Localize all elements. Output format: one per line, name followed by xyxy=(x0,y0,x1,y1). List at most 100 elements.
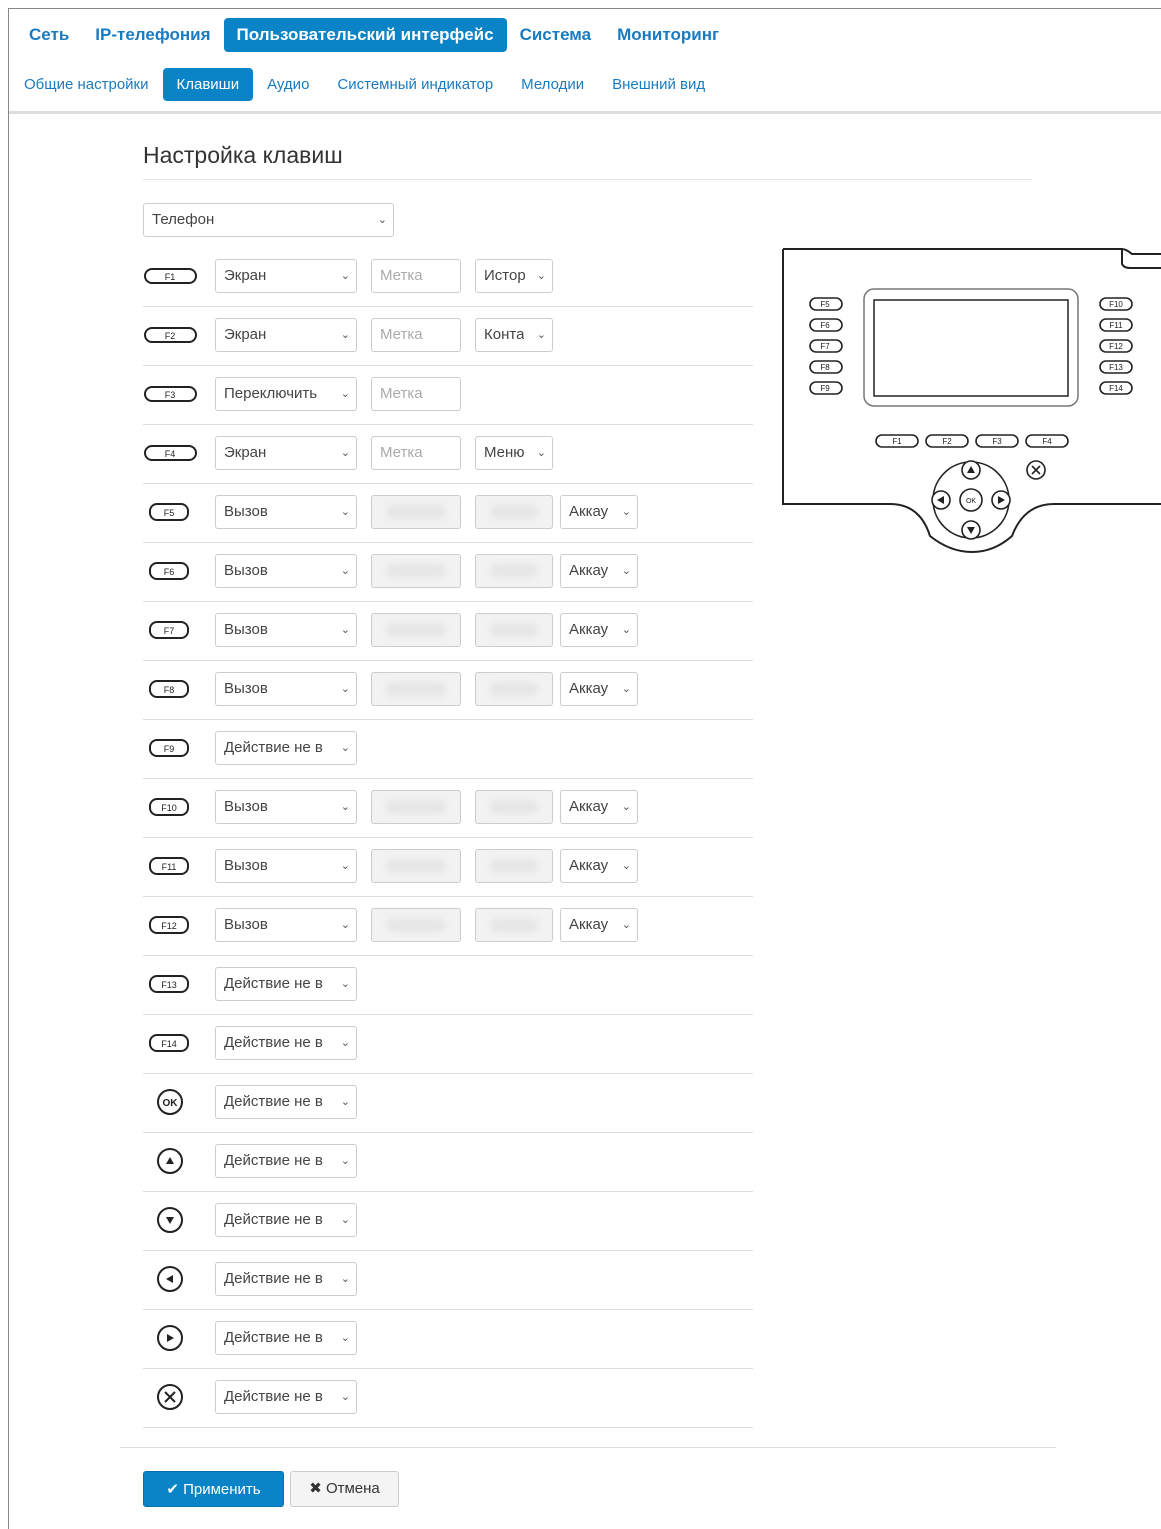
svg-text:F10: F10 xyxy=(161,803,177,813)
label-input[interactable] xyxy=(475,495,553,529)
tab-keys[interactable]: Клавиши xyxy=(162,68,254,101)
nav-network[interactable]: Сеть xyxy=(16,18,82,52)
action-select[interactable]: Действие не в ⌄ xyxy=(215,1203,357,1237)
number-input[interactable] xyxy=(371,554,461,588)
key-row: Действие не в ⌄ xyxy=(143,1250,753,1310)
nav-monitoring[interactable]: Мониторинг xyxy=(604,18,732,52)
chevron-down-icon: ⌄ xyxy=(340,1155,350,1167)
key-row: F7 Вызов ⌄ Аккау ⌄ xyxy=(143,601,753,661)
account-select[interactable]: Аккау ⌄ xyxy=(560,495,638,529)
action-select[interactable]: Вызов ⌄ xyxy=(215,849,357,883)
label-input[interactable] xyxy=(475,554,553,588)
label-input[interactable] xyxy=(475,908,553,942)
number-input[interactable] xyxy=(371,495,461,529)
chevron-down-icon: ⌄ xyxy=(340,329,350,341)
diagram-key-label: F5 xyxy=(820,300,830,309)
action-select[interactable]: Действие не в ⌄ xyxy=(215,1026,357,1060)
action-select[interactable]: Вызов ⌄ xyxy=(215,554,357,588)
label-input[interactable] xyxy=(475,672,553,706)
action-select[interactable]: Вызов ⌄ xyxy=(215,613,357,647)
action-select[interactable]: Переключить ⌄ xyxy=(215,377,357,411)
diagram-key-label: F13 xyxy=(1109,363,1123,372)
action-select[interactable]: Вызов ⌄ xyxy=(215,672,357,706)
tab-appearance[interactable]: Внешний вид xyxy=(598,68,719,101)
action-select[interactable]: Вызов ⌄ xyxy=(215,495,357,529)
number-input[interactable] xyxy=(371,790,461,824)
account-select[interactable]: Аккау ⌄ xyxy=(560,908,638,942)
chevron-down-icon: ⌄ xyxy=(340,1273,350,1285)
account-select-value: Аккау xyxy=(569,857,609,874)
number-input[interactable] xyxy=(371,613,461,647)
action-select[interactable]: Экран ⌄ xyxy=(215,259,357,293)
action-select-value: Вызов xyxy=(224,916,268,933)
chevron-down-icon: ⌄ xyxy=(536,447,546,459)
chevron-down-icon: ⌄ xyxy=(340,1391,350,1403)
account-select[interactable]: Аккау ⌄ xyxy=(560,672,638,706)
diagram-key-label: F6 xyxy=(820,321,830,330)
chevron-down-icon: ⌄ xyxy=(621,506,631,518)
number-input[interactable] xyxy=(371,849,461,883)
redacted-value xyxy=(490,800,538,814)
tab-melodies[interactable]: Мелодии xyxy=(507,68,598,101)
action-select[interactable]: Действие не в ⌄ xyxy=(215,1144,357,1178)
label-input[interactable] xyxy=(475,613,553,647)
key-f13-icon: F13 xyxy=(149,975,189,993)
action-select[interactable]: Вызов ⌄ xyxy=(215,790,357,824)
action-select-value: Действие не в xyxy=(224,1093,323,1110)
label-input[interactable] xyxy=(475,790,553,824)
label-input[interactable]: Метка xyxy=(371,436,461,470)
screen-select[interactable]: Конта ⌄ xyxy=(475,318,553,352)
device-select[interactable]: Телефон ⌄ xyxy=(143,203,394,237)
apply-button[interactable]: ✔ Применить xyxy=(143,1471,284,1507)
key-row: Действие не в ⌄ xyxy=(143,1191,753,1251)
chevron-down-icon: ⌄ xyxy=(621,919,631,931)
action-select[interactable]: Вызов ⌄ xyxy=(215,908,357,942)
action-select[interactable]: Экран ⌄ xyxy=(215,436,357,470)
key-f5-icon: F5 xyxy=(149,503,189,521)
action-select[interactable]: Действие не в ⌄ xyxy=(215,967,357,1001)
label-input-placeholder: Метка xyxy=(380,267,423,284)
account-select[interactable]: Аккау ⌄ xyxy=(560,554,638,588)
nav-user-interface[interactable]: Пользовательский интерфейс xyxy=(223,18,507,52)
account-select[interactable]: Аккау ⌄ xyxy=(560,613,638,647)
account-select[interactable]: Аккау ⌄ xyxy=(560,849,638,883)
label-input[interactable]: Метка xyxy=(371,259,461,293)
nav-divider xyxy=(9,111,1161,114)
key-row: F4 Экран ⌄ Метка Меню ⌄ xyxy=(143,424,753,484)
title-divider xyxy=(143,179,1032,180)
label-input[interactable] xyxy=(475,849,553,883)
screen-select[interactable]: Истор ⌄ xyxy=(475,259,553,293)
action-select[interactable]: Экран ⌄ xyxy=(215,318,357,352)
key-row: F13 Действие не в ⌄ xyxy=(143,955,753,1015)
tab-audio[interactable]: Аудио xyxy=(253,68,323,101)
action-select[interactable]: Действие не в ⌄ xyxy=(215,731,357,765)
redacted-value xyxy=(386,800,446,814)
tab-system-indicator[interactable]: Системный индикатор xyxy=(323,68,507,101)
key-f1-icon: F1 xyxy=(144,268,197,284)
number-input[interactable] xyxy=(371,672,461,706)
action-select[interactable]: Действие не в ⌄ xyxy=(215,1380,357,1414)
chevron-down-icon: ⌄ xyxy=(536,270,546,282)
chevron-down-icon: ⌄ xyxy=(340,1037,350,1049)
action-select[interactable]: Действие не в ⌄ xyxy=(215,1085,357,1119)
nav-ip-telephony[interactable]: IP-телефония xyxy=(82,18,223,52)
key-cancel-icon xyxy=(157,1384,183,1410)
cancel-button[interactable]: ✖ Отмена xyxy=(290,1471,399,1507)
action-select-value: Действие не в xyxy=(224,1388,323,1405)
key-row: Действие не в ⌄ xyxy=(143,1132,753,1192)
label-input[interactable]: Метка xyxy=(371,318,461,352)
cancel-label: Отмена xyxy=(325,1480,380,1497)
redacted-value xyxy=(490,859,538,873)
screen-select[interactable]: Меню ⌄ xyxy=(475,436,553,470)
key-up-icon xyxy=(157,1148,183,1174)
action-select[interactable]: Действие не в ⌄ xyxy=(215,1262,357,1296)
tab-general-settings[interactable]: Общие настройки xyxy=(16,68,163,101)
action-select[interactable]: Действие не в ⌄ xyxy=(215,1321,357,1355)
key-f12-icon: F12 xyxy=(149,916,189,934)
screen-select-value: Меню xyxy=(484,444,525,461)
label-input[interactable]: Метка xyxy=(371,377,461,411)
nav-system[interactable]: Система xyxy=(507,18,605,52)
number-input[interactable] xyxy=(371,908,461,942)
svg-text:F12: F12 xyxy=(161,921,177,931)
account-select[interactable]: Аккау ⌄ xyxy=(560,790,638,824)
